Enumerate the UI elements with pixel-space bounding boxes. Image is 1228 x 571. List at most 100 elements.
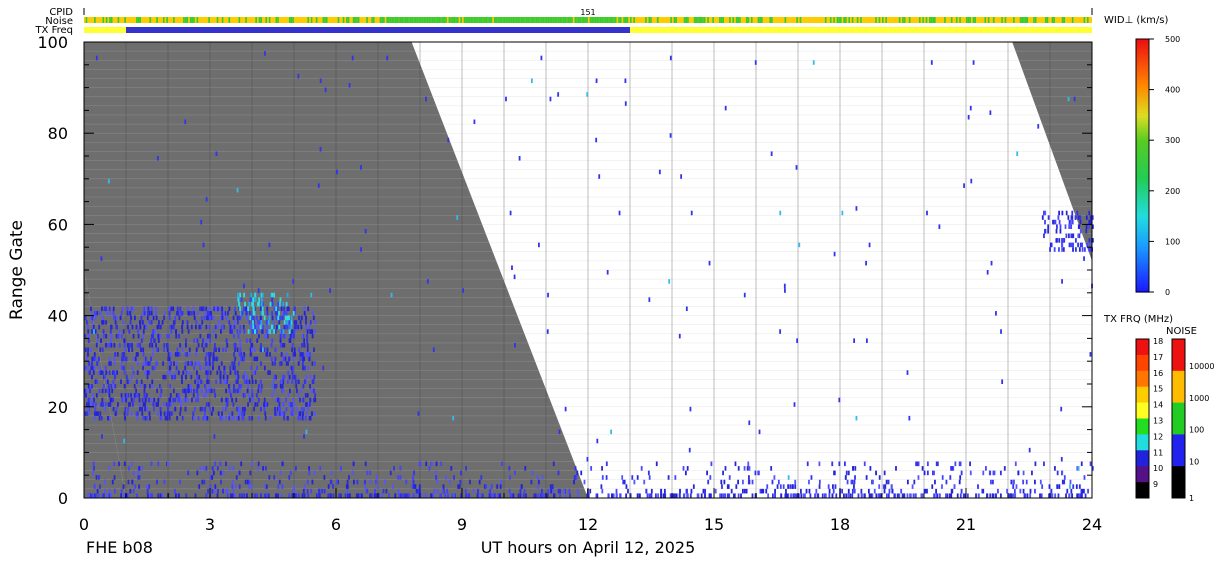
scatter-cell (196, 393, 199, 398)
noise-band-cell (737, 17, 740, 23)
scatter-cell (132, 356, 135, 362)
scatter-cell (298, 315, 300, 321)
scatter-cell (831, 461, 834, 467)
scatter-cell (301, 361, 304, 366)
scatter-cell (256, 338, 259, 343)
scatter-cell (242, 415, 245, 421)
scatter-cell (388, 493, 390, 498)
scatter-cell (199, 333, 202, 339)
scatter-cell (773, 475, 776, 480)
scatter-cell (205, 338, 208, 343)
scatter-cell (138, 393, 141, 398)
scatter-cell (237, 374, 240, 380)
scatter-cell (228, 306, 231, 312)
scatter-cell (177, 370, 180, 375)
scatter-cell (181, 379, 183, 384)
scatter-cell (195, 397, 198, 403)
scatter-cell (131, 374, 133, 380)
scatter-cell (195, 320, 198, 325)
scatter-cell (640, 466, 643, 471)
scatter-cell (233, 493, 236, 498)
txfrq-tick-label: 16 (1153, 369, 1163, 378)
scatter-cell (283, 306, 285, 312)
scatter-cell (413, 470, 415, 476)
scatter-cell (977, 484, 979, 489)
scatter-cell (95, 393, 98, 398)
scatter-cell (1001, 379, 1004, 384)
scatter-cell (259, 315, 262, 321)
noise-band-cell (472, 17, 474, 23)
scatter-cell (991, 493, 994, 498)
noise-band-cell (722, 17, 724, 23)
noise-band-cell (878, 17, 881, 23)
scatter-cell (130, 461, 133, 467)
scatter-cell (252, 324, 255, 330)
scatter-cell (127, 342, 129, 348)
scatter-cell (278, 311, 280, 316)
scatter-cell (94, 406, 97, 412)
scatter-cell (268, 242, 271, 248)
scatter-cell (91, 493, 94, 498)
scatter-cell (376, 484, 379, 489)
scatter-cell (977, 493, 980, 498)
scatter-cell (1058, 247, 1060, 252)
scatter-cell (906, 479, 909, 485)
scatter-cell (289, 333, 292, 339)
scatter-cell (188, 311, 191, 316)
noise-band-cell (421, 17, 424, 23)
scatter-cell (906, 493, 909, 498)
scatter-cell (179, 342, 182, 348)
scatter-cell (256, 365, 258, 371)
scatter-cell (195, 347, 198, 353)
scatter-cell (751, 479, 754, 485)
scatter-cell (251, 379, 254, 384)
scatter-cell (200, 365, 202, 371)
scatter-cell (709, 475, 712, 480)
scatter-cell (787, 484, 790, 489)
scatter-cell (157, 338, 160, 343)
scatter-cell (317, 493, 320, 498)
scatter-cell (280, 306, 283, 312)
scatter-cell (301, 356, 304, 362)
scatter-cell (330, 479, 333, 485)
noise-band-cell (488, 17, 491, 23)
scatter-cell (99, 311, 102, 316)
scatter-cell (90, 402, 93, 407)
scatter-cell (245, 306, 247, 312)
scatter-cell (890, 484, 893, 489)
scatter-cell (525, 493, 527, 498)
noise-band-cell (356, 17, 358, 23)
noise-band-cell (156, 17, 158, 23)
scatter-cell (266, 306, 269, 312)
scatter-cell (232, 402, 235, 407)
scatter-cell (868, 242, 871, 248)
scatter-cell (121, 352, 124, 357)
scatter-cell (309, 397, 312, 403)
noise-band-cell (465, 17, 467, 23)
scatter-cell (98, 356, 100, 362)
scatter-cell (573, 479, 575, 485)
scatter-cell (287, 315, 290, 321)
scatter-cell (828, 493, 831, 498)
scatter-cell (1058, 484, 1061, 489)
scatter-cell (285, 406, 288, 412)
scatter-cell (264, 411, 267, 416)
noise-band-cell (735, 17, 738, 23)
scatter-cell (982, 488, 985, 494)
scatter-cell (194, 379, 197, 384)
scatter-cell (129, 320, 132, 325)
scatter-cell (122, 306, 124, 312)
scatter-cell (123, 493, 125, 498)
scatter-cell (297, 361, 300, 366)
scatter-cell (168, 311, 171, 316)
noise-band-cell (908, 17, 911, 23)
scatter-cell (163, 342, 166, 348)
scatter-cell (250, 365, 253, 371)
scatter-cell (806, 461, 809, 467)
scatter-cell (724, 466, 727, 471)
noise-tick-label: 100 (1189, 426, 1204, 435)
scatter-cell (262, 324, 265, 330)
scatter-cell (94, 329, 97, 334)
scatter-cell (751, 493, 754, 498)
scatter-cell (497, 493, 500, 498)
